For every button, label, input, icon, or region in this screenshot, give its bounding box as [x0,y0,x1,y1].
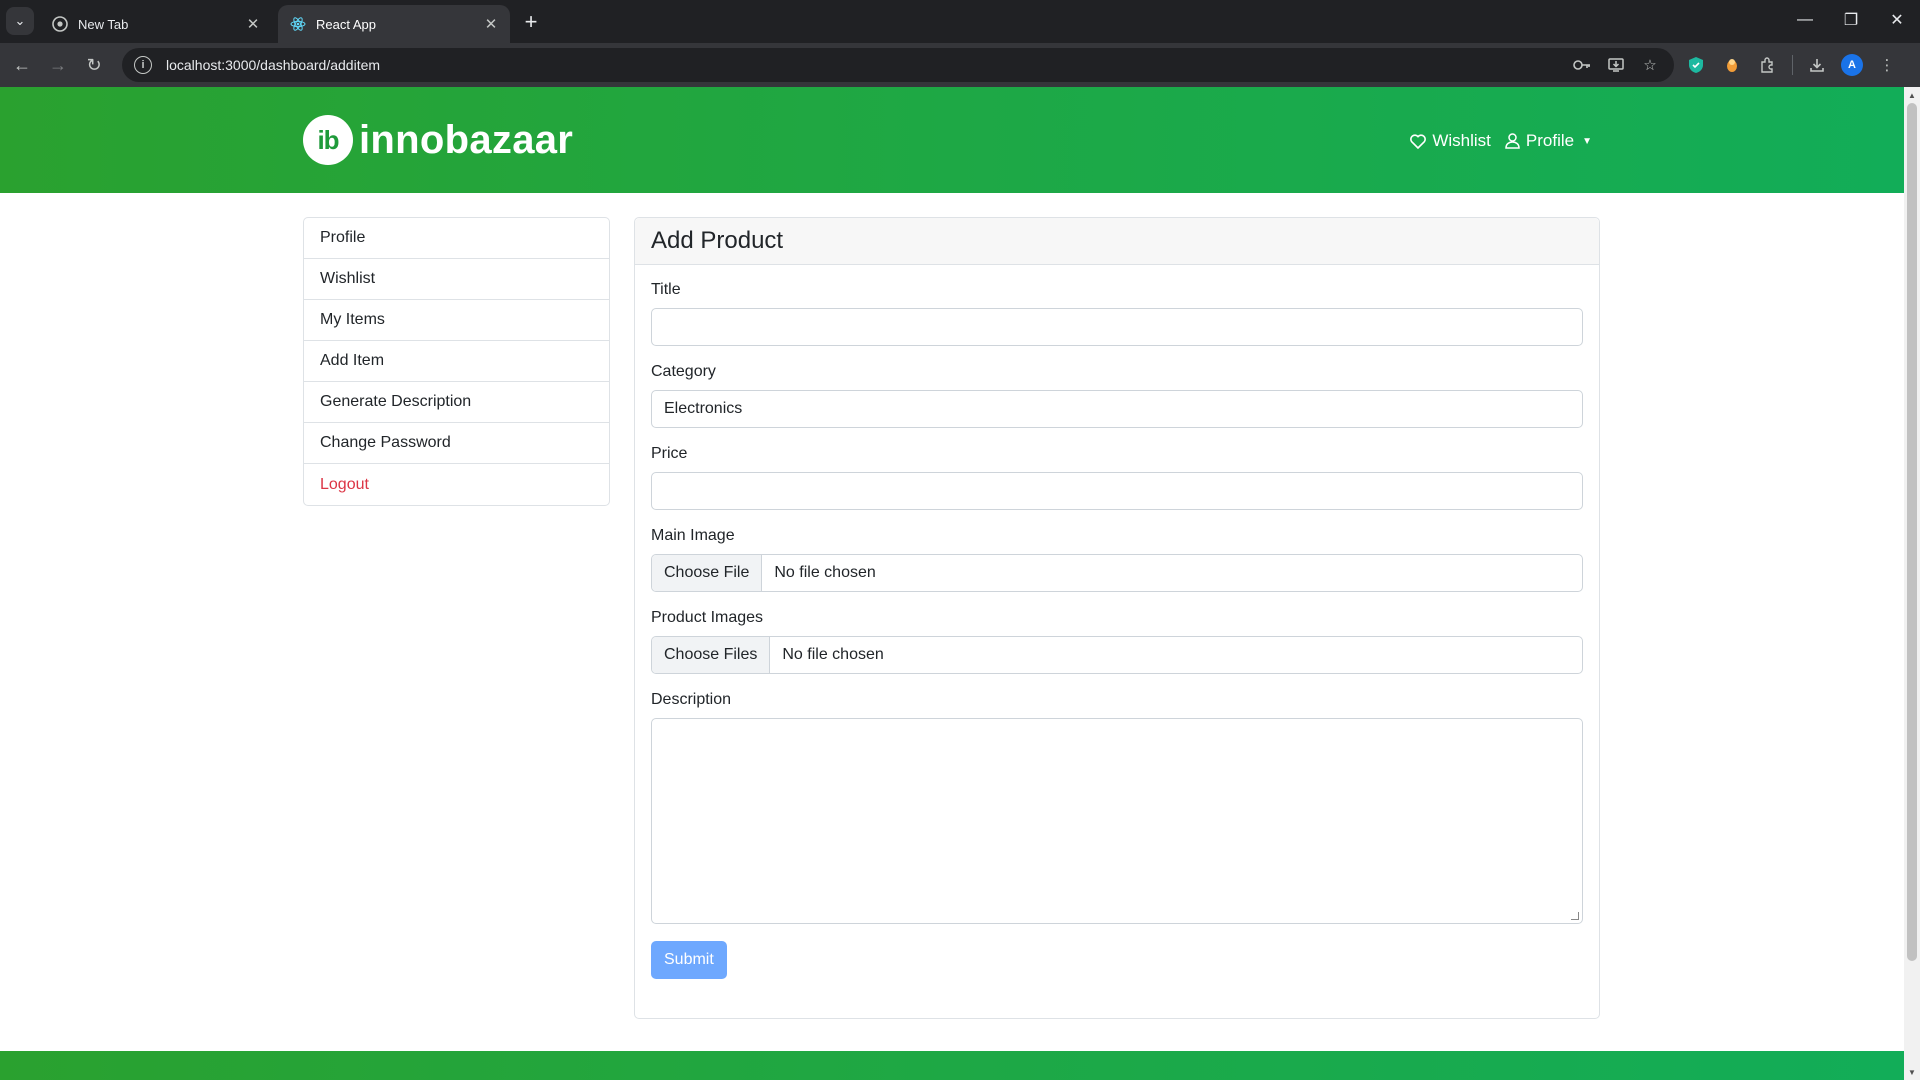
sidebar-item-profile[interactable]: Profile [304,218,609,259]
reload-icon[interactable]: ↻ [80,51,108,79]
logo-mark: ib [303,115,353,165]
category-field-group: Category Electronics [651,363,1583,428]
site-logo[interactable]: ib innobazaar [303,115,573,165]
tab-search-button[interactable]: ⌄ [6,7,34,35]
close-tab-icon[interactable]: ✕ [244,15,262,33]
address-bar[interactable]: i localhost:3000/dashboard/additem ☆ [122,48,1674,82]
resize-handle-icon[interactable] [1571,912,1579,920]
window-controls: — ❐ ✕ [1782,0,1920,40]
add-product-form: Title Category Electronics Price Main Im… [635,265,1599,979]
browser-tab-new-tab[interactable]: New Tab ✕ [40,5,272,43]
category-input[interactable]: Electronics [651,390,1583,428]
add-product-card: Add Product Title Category Electronics P… [634,217,1600,1019]
site-footer [0,1051,1904,1080]
price-label: Price [651,445,688,462]
extensions-area: A ⋮ [1684,49,1899,81]
sidebar-item-wishlist[interactable]: Wishlist [304,259,609,300]
description-label: Description [651,691,732,708]
sidebar-item-logout[interactable]: Logout [304,464,609,505]
sidebar-item-generate-description[interactable]: Generate Description [304,382,609,423]
react-icon [290,16,306,32]
toolbar-divider [1792,55,1793,75]
chevron-down-icon: ⌄ [14,13,26,28]
main-image-status: No file chosen [774,564,876,581]
description-textarea[interactable] [651,718,1583,924]
chrome-icon [52,16,68,32]
install-app-icon[interactable] [1604,54,1628,76]
header-profile-label: Profile [1525,131,1575,150]
sidebar-item-change-password[interactable]: Change Password [304,423,609,464]
sidebar-item-add-item[interactable]: Add Item [304,341,609,382]
dashboard-sidebar: Profile Wishlist My Items Add Item Gener… [303,217,610,506]
site-info-icon[interactable]: i [134,56,152,74]
tab-title: React App [316,16,376,32]
shield-extension-icon[interactable] [1684,49,1708,81]
restore-icon[interactable]: ❐ [1828,0,1874,40]
product-images-file-input[interactable]: Choose Files No file chosen [651,636,1583,674]
profile-avatar[interactable]: A [1841,54,1863,76]
price-field-group: Price [651,445,1583,510]
browser-tab-strip: ⌄ New Tab ✕ React App ✕ + — ❐ ✕ [0,0,1920,43]
minimize-icon[interactable]: — [1782,0,1828,40]
orange-extension-icon[interactable] [1720,49,1744,81]
new-tab-plus-icon[interactable]: + [518,9,544,35]
submit-button[interactable]: Submit [651,941,727,979]
page-viewport: ib innobazaar Wishlist Profile ▼ Profile… [0,87,1904,1080]
scroll-down-arrow-icon[interactable]: ▼ [1904,1064,1920,1080]
logo-text: innobazaar [359,117,574,162]
heart-icon [1410,133,1427,149]
main-image-choose-button[interactable]: Choose File [652,555,763,591]
close-tab-icon[interactable]: ✕ [482,15,500,33]
title-input[interactable] [651,308,1583,346]
back-arrow-icon[interactable]: ← [8,51,36,79]
product-images-label: Product Images [651,609,764,626]
title-field-group: Title [651,281,1583,346]
price-input[interactable] [651,472,1583,510]
main-image-label: Main Image [651,527,735,544]
product-images-field-group: Product Images Choose Files No file chos… [651,609,1583,674]
card-heading: Add Product [635,218,1599,265]
close-window-icon[interactable]: ✕ [1874,0,1920,40]
scroll-up-arrow-icon[interactable]: ▲ [1904,87,1920,103]
site-header: ib innobazaar Wishlist Profile ▼ [0,87,1904,193]
tab-title: New Tab [78,16,129,32]
description-field-group: Description [651,691,1583,924]
forward-arrow-icon[interactable]: → [44,51,72,79]
password-key-icon[interactable] [1570,54,1594,76]
browser-toolbar: ← → ↻ i localhost:3000/dashboard/additem… [0,43,1920,87]
header-nav: Wishlist Profile ▼ [1410,131,1592,151]
user-icon [1505,133,1520,149]
url-text: localhost:3000/dashboard/additem [166,57,381,73]
address-bar-actions: ☆ [1570,54,1662,76]
browser-tab-react-app[interactable]: React App ✕ [278,5,510,43]
puzzle-extensions-icon[interactable] [1756,49,1780,81]
main-image-field-group: Main Image Choose File No file chosen [651,527,1583,592]
main-image-file-input[interactable]: Choose File No file chosen [651,554,1583,592]
download-icon[interactable] [1805,49,1829,81]
category-label: Category [651,363,716,380]
header-wishlist-link[interactable]: Wishlist [1410,131,1491,151]
header-profile-dropdown[interactable]: Profile ▼ [1505,131,1592,151]
more-menu-icon[interactable]: ⋮ [1875,49,1899,81]
header-wishlist-label: Wishlist [1432,131,1491,150]
caret-down-icon: ▼ [1582,135,1592,147]
product-images-status: No file chosen [782,646,884,663]
scrollbar-thumb[interactable] [1907,103,1917,961]
page-scrollbar[interactable]: ▲ ▼ [1904,87,1920,1080]
title-label: Title [651,281,681,298]
product-images-choose-button[interactable]: Choose Files [652,637,771,673]
bookmark-star-icon[interactable]: ☆ [1638,54,1662,76]
sidebar-item-my-items[interactable]: My Items [304,300,609,341]
